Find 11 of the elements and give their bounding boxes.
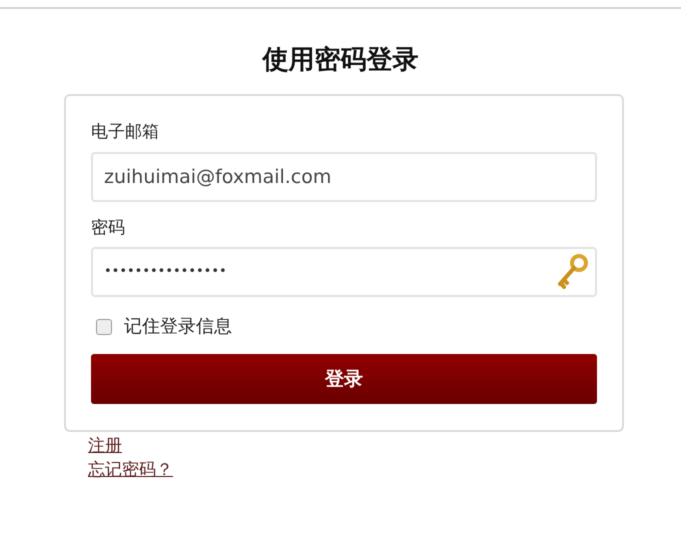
text-link[interactable]: 注册 bbox=[88, 434, 122, 458]
remember-checkbox[interactable] bbox=[96, 318, 112, 334]
password-field[interactable]: •••••••••••••••• bbox=[91, 247, 597, 297]
page-title: 使用密码登录 bbox=[262, 44, 418, 77]
email-field[interactable]: zuihuimai@foxmail.com bbox=[91, 152, 597, 202]
text-link[interactable]: 忘记密码？ bbox=[88, 458, 173, 482]
remember-label: 记住登录信息 bbox=[124, 315, 232, 339]
login-button[interactable]: 登录 bbox=[91, 354, 597, 404]
field-label: 密码 bbox=[91, 216, 126, 240]
field-label: 电子邮箱 bbox=[91, 121, 160, 144]
key-icon[interactable] bbox=[555, 253, 589, 291]
